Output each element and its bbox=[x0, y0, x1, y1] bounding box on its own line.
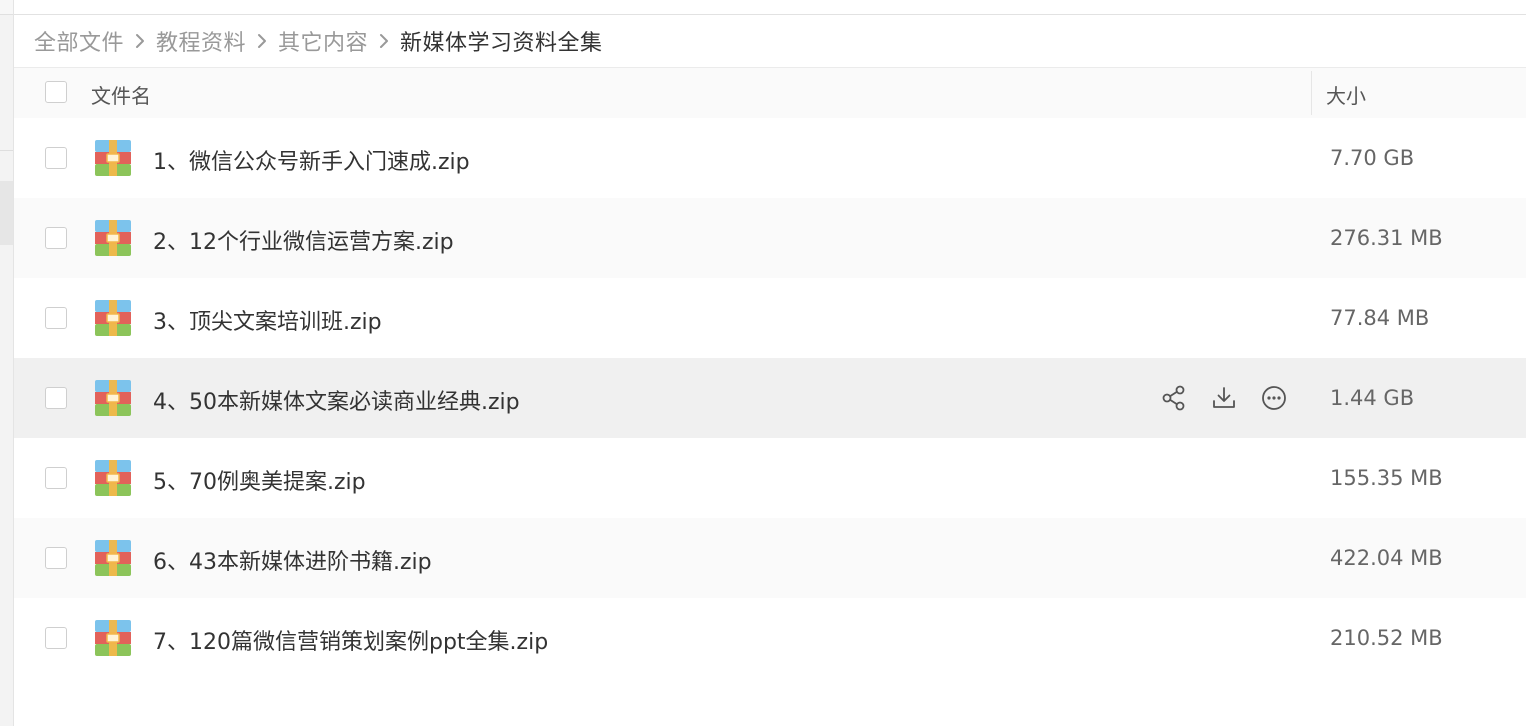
column-header-name[interactable]: 文件名 bbox=[91, 80, 151, 109]
file-list: 1、微信公众号新手入门速成.zip 7.70 GB 2、12个行业微信运营方案.zi… bbox=[14, 118, 1526, 678]
file-checkbox[interactable] bbox=[45, 467, 67, 489]
file-checkbox[interactable] bbox=[45, 147, 67, 169]
zip-archive-icon bbox=[95, 620, 131, 656]
file-size: 77.84 MB bbox=[1330, 306, 1430, 330]
breadcrumb-all-files[interactable]: 全部文件 bbox=[34, 25, 124, 57]
file-name[interactable]: 5、70例奥美提案.zip bbox=[153, 464, 366, 496]
file-row[interactable]: 2、12个行业微信运营方案.zip 276.31 MB bbox=[14, 198, 1526, 278]
file-checkbox[interactable] bbox=[45, 627, 67, 649]
file-size: 155.35 MB bbox=[1330, 466, 1443, 490]
breadcrumb: 全部文件 教程资料 其它内容 新媒体学习资料全集 bbox=[34, 15, 1526, 67]
file-row[interactable]: 4、50本新媒体文案必读商业经典.zip 1.44 GB bbox=[14, 358, 1526, 438]
file-size: 210.52 MB bbox=[1330, 626, 1443, 650]
zip-archive-icon bbox=[95, 540, 131, 576]
zip-archive-icon bbox=[95, 380, 131, 416]
file-checkbox[interactable] bbox=[45, 227, 67, 249]
file-name[interactable]: 6、43本新媒体进阶书籍.zip bbox=[153, 544, 432, 576]
breadcrumb-current: 新媒体学习资料全集 bbox=[400, 31, 603, 56]
breadcrumb-tutorials[interactable]: 教程资料 bbox=[156, 25, 246, 57]
zip-archive-icon bbox=[95, 140, 131, 176]
breadcrumb-other[interactable]: 其它内容 bbox=[278, 25, 368, 57]
file-size: 276.31 MB bbox=[1330, 226, 1443, 250]
column-header-size[interactable]: 大小 bbox=[1326, 80, 1366, 109]
file-row[interactable]: 1、微信公众号新手入门速成.zip 7.70 GB bbox=[14, 118, 1526, 198]
file-name[interactable]: 2、12个行业微信运营方案.zip bbox=[153, 224, 454, 256]
select-all-checkbox[interactable] bbox=[45, 81, 67, 103]
file-name[interactable]: 7、120篇微信营销策划案例ppt全集.zip bbox=[153, 624, 548, 656]
file-size: 7.70 GB bbox=[1330, 146, 1415, 170]
sidebar-edge bbox=[0, 0, 14, 726]
zip-archive-icon bbox=[95, 460, 131, 496]
file-name[interactable]: 4、50本新媒体文案必读商业经典.zip bbox=[153, 384, 520, 416]
sidebar-top-band bbox=[0, 0, 13, 15]
table-header: 文件名 大小 bbox=[14, 67, 1526, 118]
file-checkbox[interactable] bbox=[45, 307, 67, 329]
file-row[interactable]: 6、43本新媒体进阶书籍.zip 422.04 MB bbox=[14, 518, 1526, 598]
file-name[interactable]: 3、顶尖文案培训班.zip bbox=[153, 304, 382, 336]
file-size: 422.04 MB bbox=[1330, 546, 1443, 570]
row-actions bbox=[1159, 383, 1289, 413]
chevron-right-icon bbox=[368, 33, 400, 49]
file-checkbox[interactable] bbox=[45, 387, 67, 409]
more-icon[interactable] bbox=[1259, 383, 1289, 413]
file-checkbox[interactable] bbox=[45, 547, 67, 569]
zip-archive-icon bbox=[95, 220, 131, 256]
zip-archive-icon bbox=[95, 300, 131, 336]
share-icon[interactable] bbox=[1159, 383, 1189, 413]
chevron-right-icon bbox=[124, 33, 156, 49]
file-name[interactable]: 1、微信公众号新手入门速成.zip bbox=[153, 144, 470, 176]
file-row[interactable]: 3、顶尖文案培训班.zip 77.84 MB bbox=[14, 278, 1526, 358]
sidebar-selected-marker bbox=[0, 181, 13, 245]
download-icon[interactable] bbox=[1209, 383, 1239, 413]
sidebar-divider bbox=[0, 150, 13, 151]
column-resizer[interactable] bbox=[1311, 71, 1312, 115]
file-size: 1.44 GB bbox=[1330, 386, 1415, 410]
file-row[interactable]: 7、120篇微信营销策划案例ppt全集.zip 210.52 MB bbox=[14, 598, 1526, 678]
chevron-right-icon bbox=[246, 33, 278, 49]
file-row[interactable]: 5、70例奥美提案.zip 155.35 MB bbox=[14, 438, 1526, 518]
